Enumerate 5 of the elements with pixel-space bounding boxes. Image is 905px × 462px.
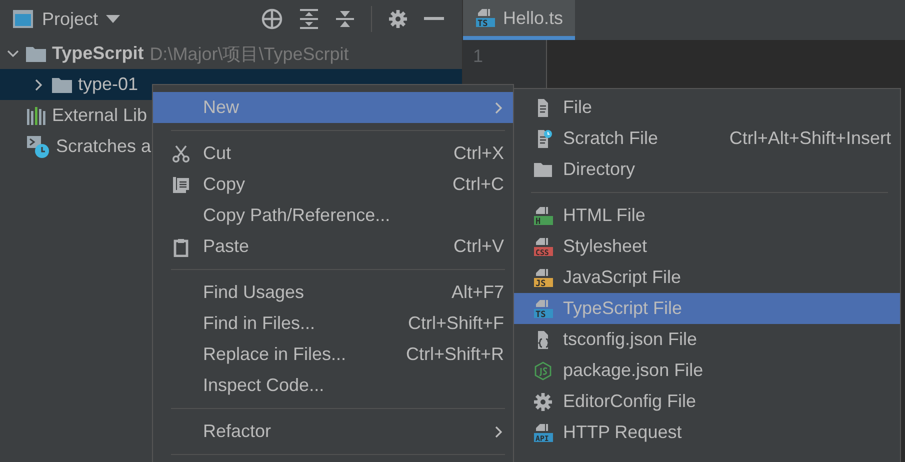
tree-item-label: type-01: [78, 74, 138, 95]
project-path: D:\Major\项目\TypeScrpit: [150, 42, 349, 66]
tree-item-label: TypeScrpit: [52, 43, 144, 64]
tree-item-label: Scratches a: [56, 136, 152, 157]
tree-item-label: External Lib: [52, 105, 148, 126]
